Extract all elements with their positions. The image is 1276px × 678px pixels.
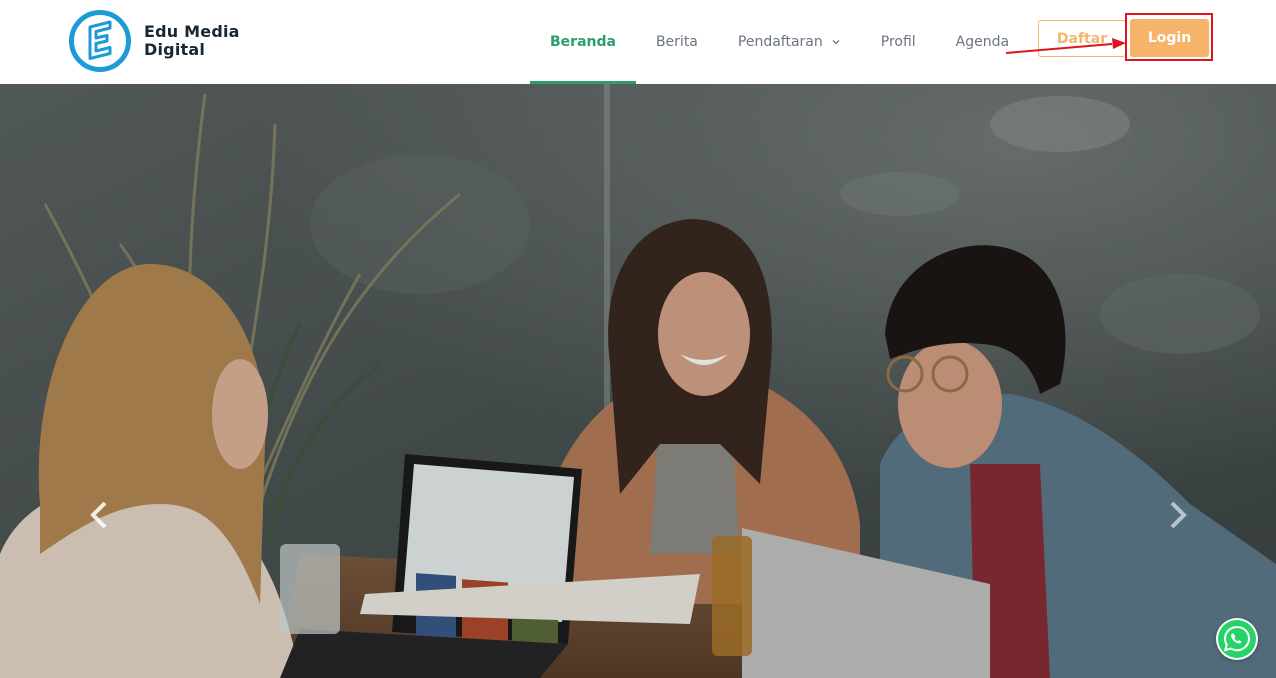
whatsapp-button[interactable]: [1216, 618, 1258, 660]
nav-item-label: Agenda: [955, 34, 1010, 50]
brand-name-line2: Digital: [144, 40, 206, 59]
nav-item-pendaftaran[interactable]: Pendaftaran: [718, 0, 861, 84]
nav-item-agenda[interactable]: Agenda: [936, 0, 1029, 84]
site-header: Edu Media Digital Beranda Berita Pendaft…: [0, 0, 1276, 84]
nav-item-beranda[interactable]: Beranda: [530, 0, 636, 84]
carousel-next-button[interactable]: [1163, 500, 1193, 530]
brand-logo[interactable]: Edu Media Digital: [68, 9, 240, 73]
nav-item-label: Beranda: [550, 34, 616, 50]
brand-name: Edu Media Digital: [144, 23, 240, 59]
hero-carousel: [0, 84, 1276, 678]
nav-item-label: Berita: [655, 34, 698, 50]
nav-item-label: Profil: [880, 34, 916, 50]
hero-photo: [0, 84, 1276, 678]
carousel-prev-button[interactable]: [84, 500, 114, 530]
nav-item-berita[interactable]: Berita: [636, 0, 718, 84]
nav-item-label: Pendaftaran: [737, 34, 823, 50]
whatsapp-icon: [1218, 620, 1256, 658]
chevron-down-icon: [832, 40, 840, 45]
chevron-left-icon: [90, 501, 107, 529]
register-button[interactable]: Daftar: [1038, 20, 1126, 57]
brand-name-line1: Edu Media: [144, 22, 240, 41]
brand-logo-icon: [69, 10, 131, 72]
nav-item-profil[interactable]: Profil: [861, 0, 936, 84]
login-button[interactable]: Login: [1130, 19, 1209, 57]
chevron-right-icon: [1170, 501, 1187, 529]
main-nav: Beranda Berita Pendaftaran Profil Agenda: [530, 0, 1029, 84]
